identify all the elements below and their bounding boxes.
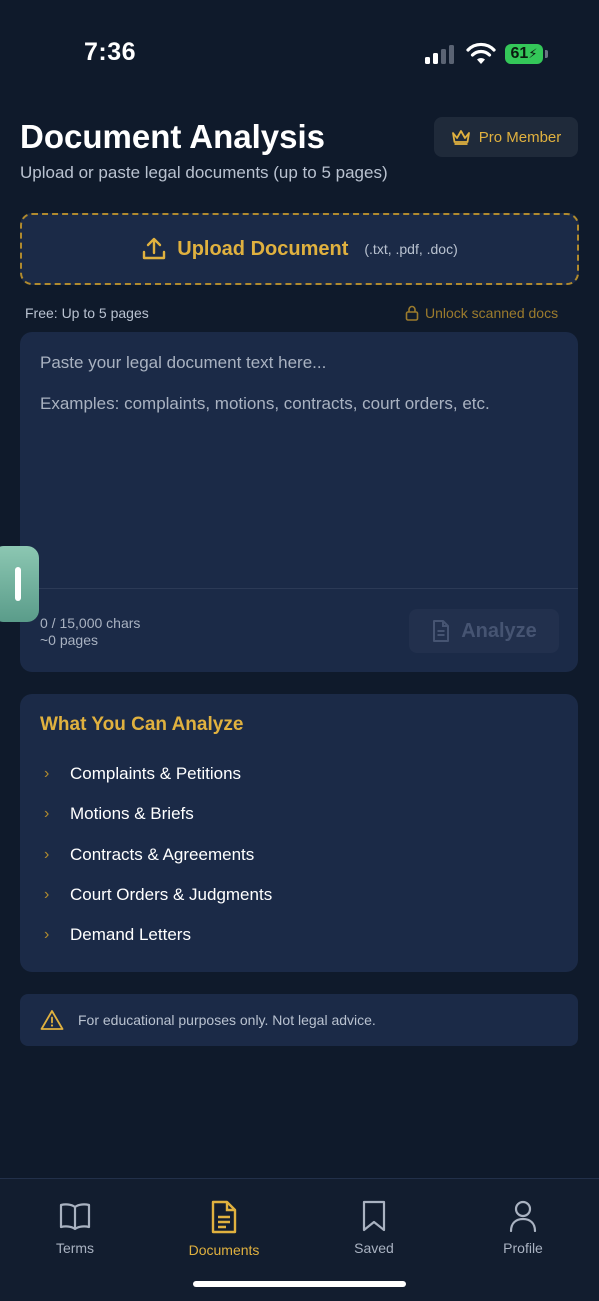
chevron-right-icon: › bbox=[44, 886, 50, 903]
list-item: › Contracts & Agreements bbox=[44, 845, 254, 865]
list-item: › Demand Letters bbox=[44, 925, 191, 945]
analyze-button[interactable]: Analyze bbox=[409, 609, 559, 653]
free-limit-note: Free: Up to 5 pages bbox=[25, 305, 149, 321]
text-input-examples: Examples: complaints, motions, contracts… bbox=[40, 394, 490, 413]
upload-document-button[interactable]: Upload Document (.txt, .pdf, .doc) bbox=[20, 213, 579, 285]
tab-profile[interactable]: Profile bbox=[473, 1200, 573, 1256]
page-title: Document Analysis bbox=[20, 118, 326, 155]
battery-indicator: 61 ⚡ bbox=[505, 44, 543, 64]
tab-saved[interactable]: Saved bbox=[324, 1200, 424, 1256]
upload-icon bbox=[143, 237, 166, 260]
status-time: 7:36 bbox=[84, 38, 137, 66]
page-count: ~0 pages bbox=[40, 632, 98, 648]
tab-terms[interactable]: Terms bbox=[25, 1200, 125, 1256]
warning-icon bbox=[40, 1010, 64, 1030]
disclaimer-text: For educational purposes only. Not legal… bbox=[78, 1012, 376, 1028]
analyze-label: Analyze bbox=[461, 619, 537, 642]
battery-tip bbox=[545, 50, 548, 58]
home-indicator bbox=[193, 1281, 406, 1287]
list-item-label: Complaints & Petitions bbox=[70, 764, 242, 783]
list-item-label: Court Orders & Judgments bbox=[70, 885, 273, 904]
tab-label: Saved bbox=[354, 1240, 394, 1256]
bookmark-icon bbox=[362, 1200, 386, 1232]
tab-documents[interactable]: Documents bbox=[174, 1200, 274, 1258]
document-icon bbox=[211, 1200, 237, 1234]
charging-bolt-icon: ⚡ bbox=[528, 46, 538, 61]
tab-label: Documents bbox=[188, 1242, 260, 1258]
text-input-placeholder: Paste your legal document text here... bbox=[40, 353, 327, 372]
document-icon bbox=[433, 620, 450, 642]
list-item-label: Contracts & Agreements bbox=[70, 845, 255, 864]
wifi-icon bbox=[466, 42, 496, 64]
page-subtitle: Upload or paste legal documents (up to 5… bbox=[20, 163, 388, 182]
cellular-signal-icon bbox=[425, 44, 454, 64]
unlock-scanned-docs-link[interactable]: Unlock scanned docs bbox=[405, 305, 558, 321]
input-divider bbox=[20, 588, 578, 589]
upload-file-types: (.txt, .pdf, .doc) bbox=[364, 241, 458, 257]
lock-icon bbox=[405, 305, 419, 321]
tab-label: Profile bbox=[503, 1240, 543, 1256]
crown-icon bbox=[451, 130, 470, 145]
chevron-right-icon: › bbox=[44, 926, 50, 943]
book-icon bbox=[59, 1203, 91, 1231]
list-item: › Complaints & Petitions bbox=[44, 764, 241, 784]
pro-member-label: Pro Member bbox=[478, 128, 562, 146]
battery-level: 61 bbox=[510, 45, 529, 62]
chevron-right-icon: › bbox=[44, 765, 50, 782]
upload-label: Upload Document bbox=[177, 237, 349, 260]
unlock-label: Unlock scanned docs bbox=[425, 305, 559, 321]
chevron-right-icon: › bbox=[44, 805, 50, 822]
analyze-types-title: What You Can Analyze bbox=[40, 714, 244, 735]
person-icon bbox=[509, 1200, 537, 1232]
tab-label: Terms bbox=[55, 1240, 95, 1256]
disclaimer-banner: For educational purposes only. Not legal… bbox=[20, 994, 578, 1046]
list-item: › Motions & Briefs bbox=[44, 804, 194, 824]
list-item-label: Demand Letters bbox=[70, 925, 191, 944]
drag-handle-icon bbox=[15, 567, 21, 601]
list-item: › Court Orders & Judgments bbox=[44, 885, 272, 905]
list-item-label: Motions & Briefs bbox=[70, 804, 194, 823]
chevron-right-icon: › bbox=[44, 846, 50, 863]
character-count: 0 / 15,000 chars bbox=[40, 615, 141, 631]
pro-member-button[interactable]: Pro Member bbox=[434, 117, 578, 157]
